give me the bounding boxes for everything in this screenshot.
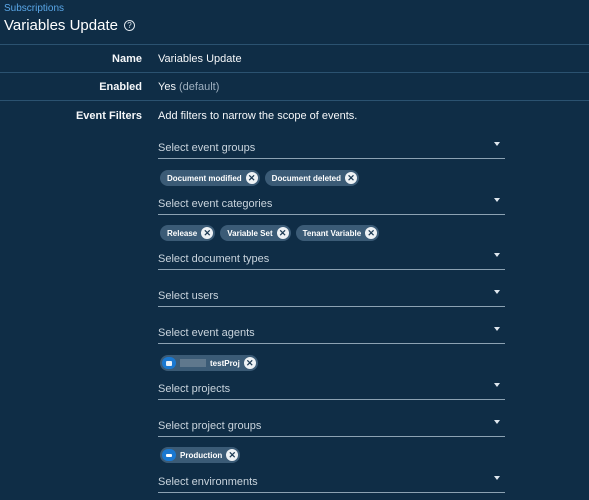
chip-production: Production ✕ bbox=[160, 447, 241, 463]
event-groups-select[interactable]: Select event groups bbox=[158, 134, 505, 159]
remove-chip-icon[interactable]: ✕ bbox=[243, 357, 256, 369]
users-select[interactable]: Select users bbox=[158, 282, 505, 307]
event-filters-description: Add filters to narrow the scope of event… bbox=[158, 110, 358, 122]
chip-label: Release bbox=[167, 228, 198, 238]
help-icon[interactable]: ? bbox=[123, 19, 135, 31]
remove-chip-icon[interactable]: ✕ bbox=[276, 227, 289, 239]
document-types-select[interactable]: Select document types bbox=[158, 245, 505, 270]
dropdown-arrow-icon[interactable] bbox=[494, 253, 500, 257]
divider bbox=[0, 100, 589, 101]
environments-select[interactable]: Select environments bbox=[158, 468, 505, 493]
environments-placeholder: Select environments bbox=[158, 476, 258, 488]
name-value[interactable]: Variables Update bbox=[158, 53, 242, 65]
page-title: Variables Update bbox=[4, 16, 118, 34]
remove-chip-icon[interactable]: ✕ bbox=[365, 227, 378, 239]
dropdown-arrow-icon[interactable] bbox=[494, 142, 500, 146]
projects-chips: testProj ✕ bbox=[160, 355, 258, 371]
divider bbox=[0, 72, 589, 73]
event-agents-placeholder: Select event agents bbox=[158, 327, 255, 339]
project-groups-placeholder: Select project groups bbox=[158, 420, 262, 432]
breadcrumb-subscriptions[interactable]: Subscriptions bbox=[4, 3, 64, 14]
chip-label: Tenant Variable bbox=[302, 228, 362, 238]
users-placeholder: Select users bbox=[158, 290, 219, 302]
project-groups-select[interactable]: Select project groups bbox=[158, 412, 505, 437]
chip-document-modified: Document modified ✕ bbox=[160, 170, 260, 186]
enabled-value[interactable]: Yes (default) bbox=[158, 81, 219, 93]
projects-select[interactable]: Select projects bbox=[158, 375, 505, 400]
chip-label: testProj bbox=[210, 358, 240, 368]
event-agents-select[interactable]: Select event agents bbox=[158, 319, 505, 344]
divider bbox=[0, 44, 589, 45]
name-label: Name bbox=[112, 53, 142, 65]
dropdown-arrow-icon[interactable] bbox=[494, 198, 500, 202]
remove-chip-icon[interactable]: ✕ bbox=[226, 449, 239, 461]
chip-label: Document deleted bbox=[271, 173, 342, 183]
dropdown-arrow-icon[interactable] bbox=[494, 327, 500, 331]
remove-chip-icon[interactable]: ✕ bbox=[245, 172, 258, 184]
remove-chip-icon[interactable]: ✕ bbox=[345, 172, 358, 184]
chip-document-deleted: Document deleted ✕ bbox=[264, 170, 360, 186]
dropdown-arrow-icon[interactable] bbox=[494, 290, 500, 294]
event-groups-chips: Document modified ✕ Document deleted ✕ bbox=[160, 170, 360, 186]
chip-variable-set: Variable Set ✕ bbox=[220, 225, 291, 241]
event-categories-select[interactable]: Select event categories bbox=[158, 190, 505, 215]
enabled-value-text: Yes bbox=[158, 81, 176, 93]
page-header: Variables Update ? bbox=[4, 16, 135, 34]
dropdown-arrow-icon[interactable] bbox=[494, 383, 500, 387]
remove-chip-icon[interactable]: ✕ bbox=[201, 227, 214, 239]
enabled-label: Enabled bbox=[99, 81, 142, 93]
project-groups-chips: Production ✕ bbox=[160, 447, 241, 463]
project-group-icon bbox=[162, 449, 176, 461]
chip-label: Production bbox=[180, 450, 223, 460]
project-logo-icon bbox=[162, 357, 176, 369]
redacted-text bbox=[180, 359, 206, 367]
event-filters-label: Event Filters bbox=[75, 110, 142, 122]
chip-label: Document modified bbox=[167, 173, 242, 183]
event-groups-placeholder: Select event groups bbox=[158, 142, 256, 154]
document-types-placeholder: Select document types bbox=[158, 253, 270, 265]
enabled-default-note: (default) bbox=[179, 81, 220, 93]
chip-label: Variable Set bbox=[227, 228, 273, 238]
chip-tenant-variable: Tenant Variable ✕ bbox=[295, 225, 380, 241]
chip-testproj: testProj ✕ bbox=[160, 355, 258, 371]
dropdown-arrow-icon[interactable] bbox=[494, 476, 500, 480]
event-categories-placeholder: Select event categories bbox=[158, 198, 273, 210]
dropdown-arrow-icon[interactable] bbox=[494, 420, 500, 424]
projects-placeholder: Select projects bbox=[158, 383, 231, 395]
event-categories-chips: Release ✕ Variable Set ✕ Tenant Variable… bbox=[160, 225, 380, 241]
chip-release: Release ✕ bbox=[160, 225, 216, 241]
